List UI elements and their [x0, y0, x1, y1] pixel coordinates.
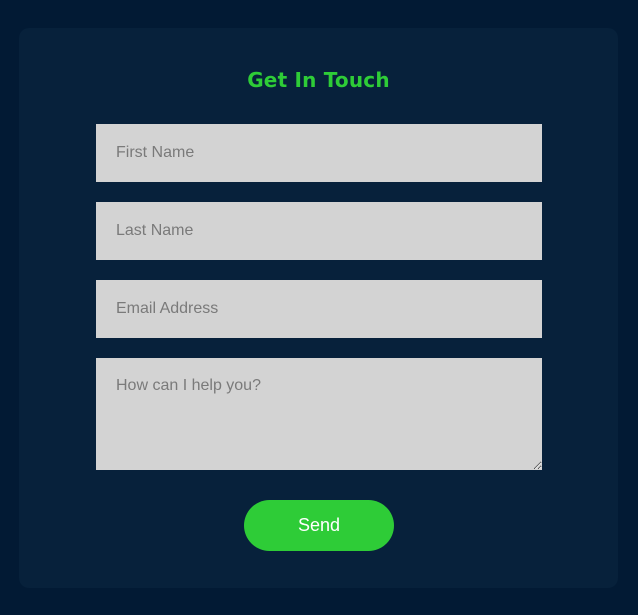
email-input[interactable]: [96, 280, 542, 338]
first-name-input[interactable]: [96, 124, 542, 182]
message-textarea[interactable]: [96, 358, 542, 470]
contact-card: Get In Touch Send: [19, 28, 618, 588]
last-name-input[interactable]: [96, 202, 542, 260]
form-title: Get In Touch: [247, 68, 390, 92]
send-button[interactable]: Send: [244, 500, 394, 551]
